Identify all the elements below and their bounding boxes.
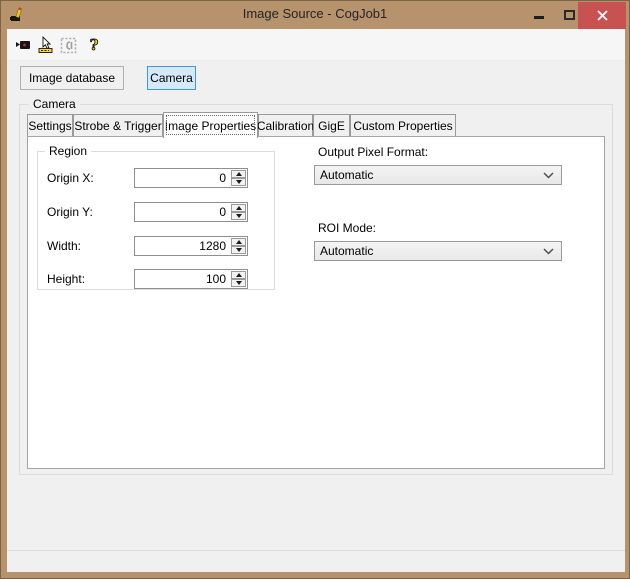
titlebar: Image Source - CogJob1 [1,1,629,29]
close-icon [596,10,608,21]
close-button[interactable] [578,2,626,29]
tab-settings[interactable]: Settings [27,114,73,137]
down-arrow-icon [235,281,242,285]
origin-x-up-button[interactable] [231,170,246,178]
toolbar: ? [7,29,625,61]
height-spin-buttons [230,270,247,288]
output-pixel-format-select[interactable]: Automatic [314,165,562,185]
image-database-button[interactable]: Image database [20,66,124,90]
client-area: ? Image database Camera Camera Settings … [7,29,625,572]
maximize-icon [563,10,575,20]
origin-y-label: Origin Y: [47,205,93,219]
acquire-camera-icon[interactable] [14,36,32,54]
camera-button[interactable]: Camera [147,66,196,90]
origin-x-value[interactable]: 0 [135,169,230,187]
down-arrow-icon [235,180,242,184]
up-arrow-icon [235,240,242,244]
origin-x-label: Origin X: [47,171,94,185]
origin-y-spin-buttons [230,203,247,221]
output-pixel-format-value: Automatic [320,168,374,182]
bottom-divider [7,550,625,551]
height-label: Height: [47,272,86,286]
pointer-ruler-icon[interactable] [37,36,55,54]
tab-gige[interactable]: GigE [313,114,350,137]
image-source-window: Image Source - CogJob1 ? Image database … [0,0,630,579]
origin-x-spin-buttons [230,169,247,187]
tab-strobe-trigger[interactable]: Strobe & Trigger [73,114,163,137]
down-arrow-icon [235,248,242,252]
width-spinner[interactable]: 1280 [134,236,248,256]
region-groupbox-label: Region [45,144,92,158]
height-value[interactable]: 100 [135,270,230,288]
width-down-button[interactable] [231,246,246,254]
origin-x-spinner[interactable]: 0 [134,168,248,188]
width-value[interactable]: 1280 [135,237,230,255]
height-down-button[interactable] [231,279,246,287]
roi-mode-select[interactable]: Automatic [314,241,562,261]
minimize-button[interactable] [529,1,549,29]
origin-y-value[interactable]: 0 [135,203,230,221]
up-arrow-icon [235,206,242,210]
up-arrow-icon [235,172,242,176]
width-label: Width: [47,239,82,253]
width-up-button[interactable] [231,238,246,246]
origin-y-down-button[interactable] [231,212,246,220]
help-icon[interactable]: ? [85,36,103,54]
origin-y-spinner[interactable]: 0 [134,202,248,222]
roi-mode-label: ROI Mode: [318,221,377,235]
tab-image-properties[interactable]: Image Properties [163,112,258,138]
chevron-down-icon [543,247,554,255]
height-spinner[interactable]: 100 [134,269,248,289]
output-pixel-format-label: Output Pixel Format: [318,145,429,159]
minimize-icon [534,15,544,19]
chevron-down-icon [543,171,554,179]
tab-calibration[interactable]: Calibration [257,114,314,137]
region-select-icon-disabled [59,36,77,54]
height-up-button[interactable] [231,271,246,279]
maximize-button[interactable] [559,1,579,29]
camera-groupbox-label: Camera [29,97,80,111]
svg-text:?: ? [90,36,99,54]
origin-y-up-button[interactable] [231,204,246,212]
origin-x-down-button[interactable] [231,178,246,186]
roi-mode-value: Automatic [320,244,374,258]
up-arrow-icon [235,273,242,277]
down-arrow-icon [235,214,242,218]
width-spin-buttons [230,237,247,255]
tab-custom-properties[interactable]: Custom Properties [350,114,456,137]
